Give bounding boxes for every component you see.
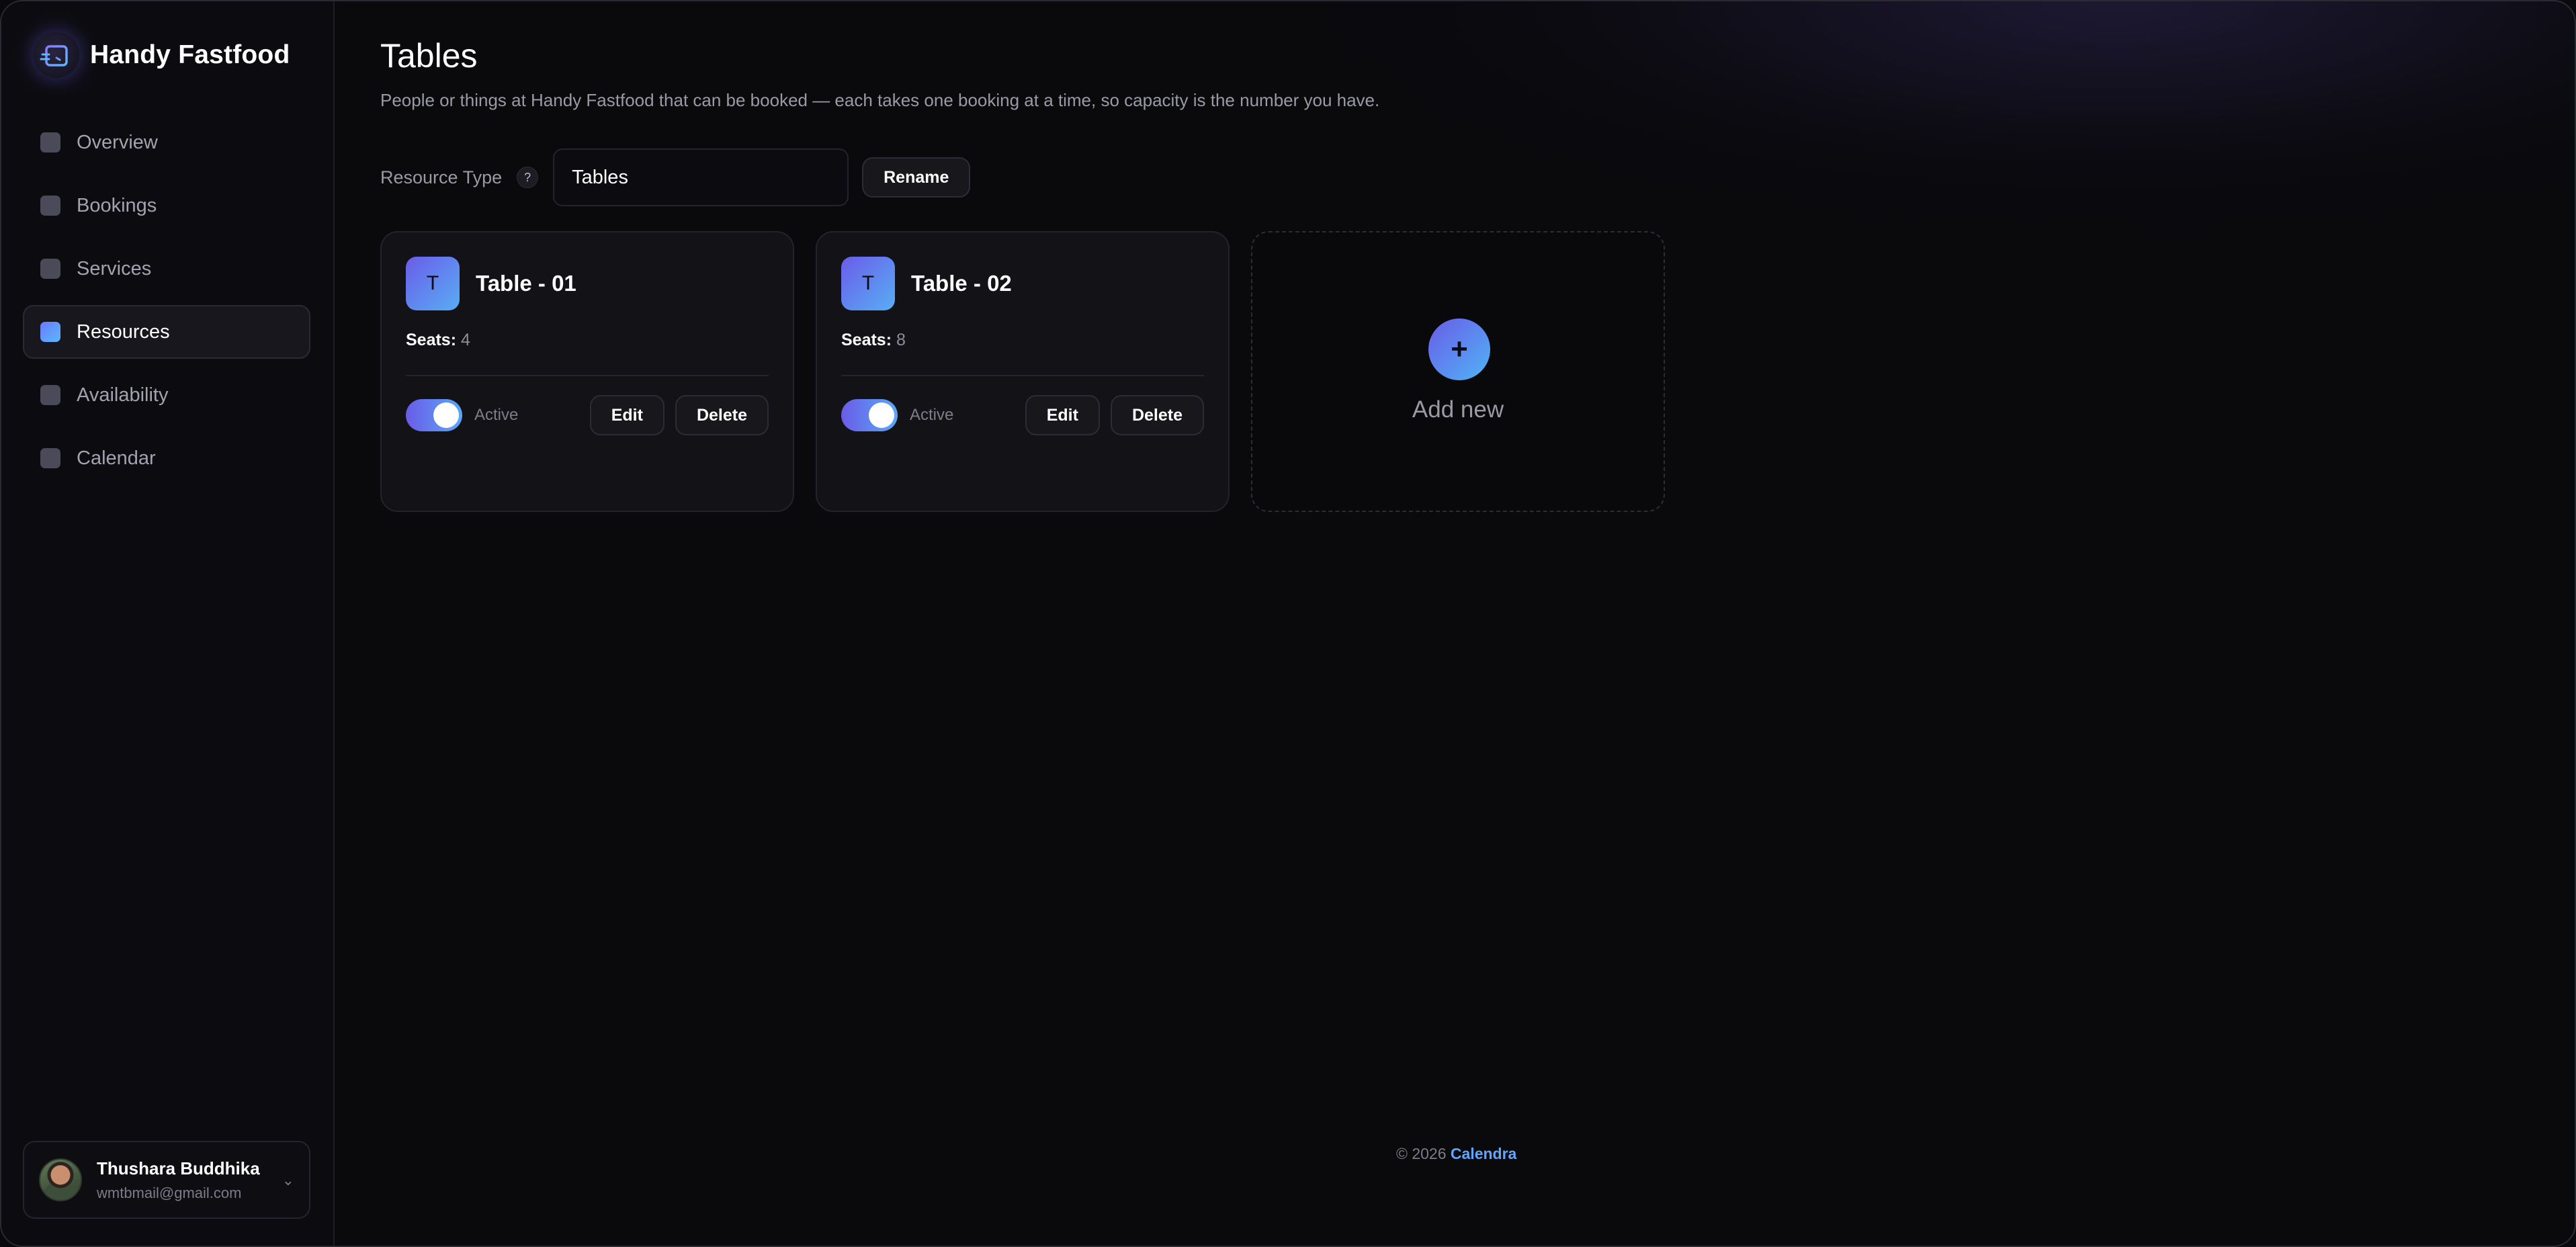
toggle-knob xyxy=(869,402,894,428)
toggle-knob xyxy=(433,402,459,428)
sidebar-item-availability[interactable]: Availability xyxy=(23,368,310,422)
seats-value: 4 xyxy=(461,331,470,349)
page-subtitle: People or things at Handy Fastfood that … xyxy=(380,90,1380,110)
sidebar-nav: Overview Bookings Services Resources Ava… xyxy=(23,116,310,494)
brand-name: Handy Fastfood xyxy=(90,40,290,69)
sidebar-item-services[interactable]: Services xyxy=(23,242,310,296)
status-label: Active xyxy=(474,406,519,424)
card-header: T Table - 01 xyxy=(406,257,576,310)
user-menu[interactable]: Thushara Buddhika wmtbmail@gmail.com ⌄ xyxy=(23,1141,310,1219)
sidebar-item-label: Overview xyxy=(77,131,158,153)
edit-button[interactable]: Edit xyxy=(589,395,664,435)
seats-value: 8 xyxy=(896,331,906,349)
resource-card: T Table - 02 Seats: 8 Active Edit Delete xyxy=(816,231,1230,512)
resource-seats: Seats: 4 xyxy=(406,331,470,350)
status-label: Active xyxy=(910,406,954,424)
rename-button[interactable]: Rename xyxy=(862,157,971,198)
copyright: © 2026 xyxy=(1396,1145,1447,1162)
delete-button[interactable]: Delete xyxy=(675,395,769,435)
resource-card: T Table - 01 Seats: 4 Active Edit Delete xyxy=(380,231,794,512)
divider xyxy=(841,375,1204,376)
calendar-icon xyxy=(40,448,60,468)
brand-logo-icon xyxy=(34,32,79,78)
active-toggle[interactable] xyxy=(841,399,898,431)
user-email: wmtbmail@gmail.com xyxy=(97,1184,242,1201)
resource-seats: Seats: 8 xyxy=(841,331,906,350)
plus-icon: + xyxy=(1428,318,1490,380)
delete-button[interactable]: Delete xyxy=(1110,395,1204,435)
resource-type-label: Resource Type xyxy=(380,167,503,187)
calendra-link[interactable]: Calendra xyxy=(1451,1145,1516,1162)
resource-initial-badge: T xyxy=(841,257,895,310)
footer: © 2026 Calendra xyxy=(1396,1145,1516,1163)
sidebar-item-label: Availability xyxy=(77,384,169,406)
availability-icon xyxy=(40,385,60,405)
user-info: Thushara Buddhika wmtbmail@gmail.com xyxy=(97,1158,260,1202)
add-new-card[interactable]: + Add new xyxy=(1251,231,1665,512)
resource-name: Table - 02 xyxy=(911,271,1012,296)
add-new-label: Add new xyxy=(1412,396,1504,423)
sidebar-item-calendar[interactable]: Calendar xyxy=(23,431,310,485)
services-icon xyxy=(40,259,60,279)
resources-icon xyxy=(40,322,60,342)
card-actions: Active Edit Delete xyxy=(841,395,1204,435)
sidebar-item-resources[interactable]: Resources xyxy=(23,305,310,359)
sidebar: Handy Fastfood Overview Bookings Service… xyxy=(1,1,335,1246)
bookings-icon xyxy=(40,196,60,216)
avatar xyxy=(39,1158,82,1201)
divider xyxy=(406,375,769,376)
seats-label: Seats: xyxy=(841,331,892,349)
seats-label: Seats: xyxy=(406,331,457,349)
sidebar-item-label: Services xyxy=(77,257,152,280)
card-actions: Active Edit Delete xyxy=(406,395,769,435)
app-window: Handy Fastfood Overview Bookings Service… xyxy=(0,0,2576,1247)
edit-button[interactable]: Edit xyxy=(1025,395,1100,435)
page-title: Tables xyxy=(380,37,478,75)
help-icon[interactable]: ? xyxy=(517,167,539,188)
resource-name: Table - 01 xyxy=(476,271,576,296)
chevron-down-icon: ⌄ xyxy=(282,1172,294,1189)
sidebar-item-label: Resources xyxy=(77,320,170,343)
resource-type-row: Resource Type ? Rename xyxy=(380,148,971,207)
user-name: Thushara Buddhika xyxy=(97,1158,260,1178)
brand[interactable]: Handy Fastfood xyxy=(34,32,290,78)
sidebar-item-label: Calendar xyxy=(77,447,156,469)
overview-icon xyxy=(40,132,60,153)
resource-initial-badge: T xyxy=(406,257,460,310)
card-header: T Table - 02 xyxy=(841,257,1012,310)
resource-type-input[interactable] xyxy=(553,148,849,206)
active-toggle[interactable] xyxy=(406,399,462,431)
sidebar-item-bookings[interactable]: Bookings xyxy=(23,179,310,232)
sidebar-item-overview[interactable]: Overview xyxy=(23,116,310,169)
sidebar-item-label: Bookings xyxy=(77,194,157,216)
